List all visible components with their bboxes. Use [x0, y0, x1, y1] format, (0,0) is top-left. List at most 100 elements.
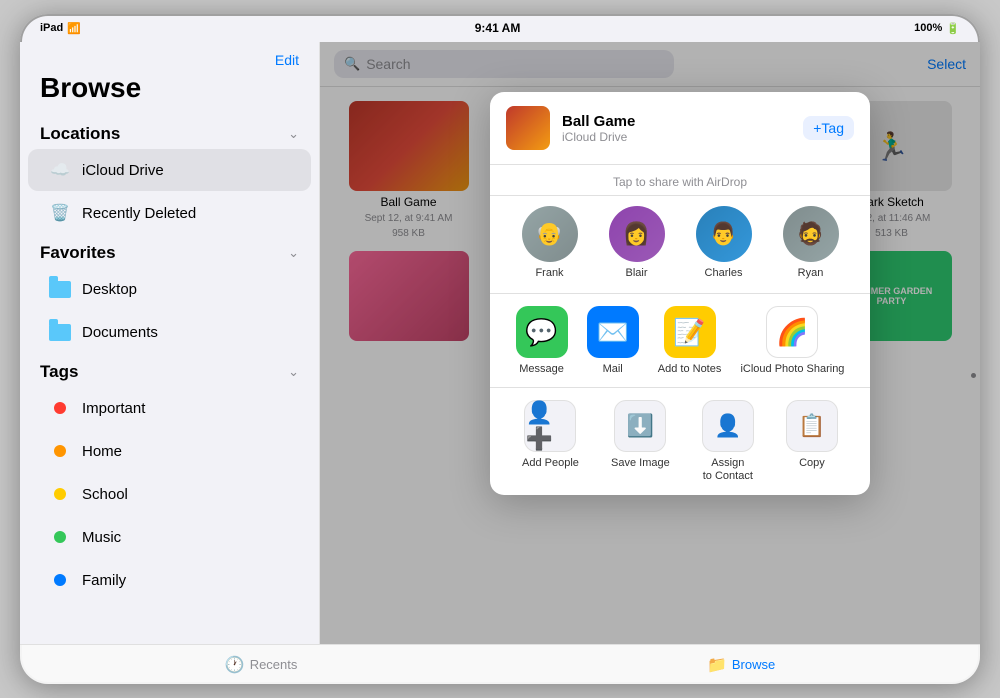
- mail-label: Mail: [603, 363, 623, 375]
- battery-percent: 100%: [914, 22, 942, 34]
- locations-section-header: Locations ⌄: [20, 116, 319, 148]
- avatar-frank: 👴: [522, 206, 578, 262]
- airdrop-label: Tap to share with AirDrop: [490, 165, 870, 196]
- assign-contact-label: Assignto Contact: [703, 457, 753, 483]
- app-item-photos[interactable]: 🌈 iCloud Photo Sharing: [740, 306, 844, 375]
- important-tag-icon: [48, 396, 72, 420]
- action-item-copy[interactable]: 📋 Copy: [786, 400, 838, 483]
- status-right: 100% 🔋: [914, 22, 960, 35]
- school-tag-icon: [48, 482, 72, 506]
- photos-label: iCloud Photo Sharing: [740, 363, 844, 375]
- share-sheet-overlay: Ball Game iCloud Drive +Tag Tap to share…: [320, 42, 980, 644]
- share-sheet: Ball Game iCloud Drive +Tag Tap to share…: [490, 92, 870, 495]
- sidebar-item-documents[interactable]: Documents: [28, 311, 311, 353]
- battery-icon: 🔋: [946, 22, 960, 35]
- notes-label: Add to Notes: [658, 363, 722, 375]
- tags-section-header: Tags ⌄: [20, 354, 319, 386]
- tab-recents[interactable]: 🕐 Recents: [209, 651, 314, 679]
- action-item-save-image[interactable]: ⬇️ Save Image: [611, 400, 670, 483]
- browse-tab-label: Browse: [732, 657, 775, 672]
- documents-label: Documents: [82, 324, 158, 341]
- recents-tab-icon: 🕐: [225, 655, 245, 675]
- add-people-label: Add People: [522, 457, 579, 470]
- clock: 9:41 AM: [475, 21, 521, 35]
- avatar-charles: 👨: [696, 206, 752, 262]
- assign-contact-icon: 👤: [702, 400, 754, 452]
- blair-name: Blair: [625, 267, 647, 279]
- avatar-blair: 👩: [609, 206, 665, 262]
- main-content: 🔍 Search Select Ball Game Sept 12, at 9:…: [320, 42, 980, 644]
- app-item-mail[interactable]: ✉️ Mail: [587, 306, 639, 375]
- action-row: 👤➕ Add People ⬇️ Save Image: [490, 388, 870, 495]
- ipad-label: iPad: [40, 22, 63, 34]
- share-file-source: iCloud Drive: [562, 130, 791, 144]
- copy-icon: 📋: [786, 400, 838, 452]
- sidebar-item-important[interactable]: Important: [28, 387, 311, 429]
- notes-icon: 📝: [664, 306, 716, 358]
- mail-icon: ✉️: [587, 306, 639, 358]
- sidebar-item-desktop[interactable]: Desktop: [28, 268, 311, 310]
- sidebar-item-icloud-drive[interactable]: ☁️ iCloud Drive: [28, 149, 311, 191]
- tab-bar: 🕐 Recents 📁 Browse: [20, 644, 980, 684]
- sidebar: Edit Browse Locations ⌄ ☁️ iCloud Drive …: [20, 42, 320, 644]
- sidebar-item-family[interactable]: Family: [28, 559, 311, 601]
- airdrop-contacts: 👴 Frank 👩 Blair 👨: [490, 196, 870, 294]
- sidebar-item-recently-deleted[interactable]: 🗑️ Recently Deleted: [28, 192, 311, 234]
- sidebar-item-school[interactable]: School: [28, 473, 311, 515]
- share-file-info: Ball Game iCloud Drive: [562, 113, 791, 144]
- messages-icon: 💬: [516, 306, 568, 358]
- locations-chevron-icon[interactable]: ⌄: [288, 126, 299, 142]
- avatar-ryan: 🧔: [783, 206, 839, 262]
- airdrop-person-charles[interactable]: 👨 Charles: [696, 206, 752, 279]
- frank-name: Frank: [535, 267, 563, 279]
- status-bar: iPad 📶 9:41 AM 100% 🔋: [20, 14, 980, 42]
- family-label: Family: [82, 572, 126, 589]
- sidebar-item-music[interactable]: Music: [28, 516, 311, 558]
- tab-browse[interactable]: 📁 Browse: [691, 651, 791, 679]
- messages-label: Message: [519, 363, 564, 375]
- ipad-frame: iPad 📶 9:41 AM 100% 🔋 Edit Browse Locati…: [20, 14, 980, 684]
- family-tag-icon: [48, 568, 72, 592]
- action-item-assign-contact[interactable]: 👤 Assignto Contact: [702, 400, 754, 483]
- airdrop-person-blair[interactable]: 👩 Blair: [609, 206, 665, 279]
- home-label: Home: [82, 443, 122, 460]
- music-tag-icon: [48, 525, 72, 549]
- browse-tab-icon: 📁: [707, 655, 727, 675]
- favorites-chevron-icon[interactable]: ⌄: [288, 245, 299, 261]
- important-label: Important: [82, 400, 145, 417]
- icloud-drive-label: iCloud Drive: [82, 162, 164, 179]
- add-people-icon: 👤➕: [524, 400, 576, 452]
- music-label: Music: [82, 529, 121, 546]
- copy-label: Copy: [799, 457, 825, 470]
- share-file-icon: [506, 106, 550, 150]
- locations-title: Locations: [40, 124, 120, 144]
- app-row: 💬 Message ✉️ Mail 📝: [490, 294, 870, 388]
- desktop-label: Desktop: [82, 281, 137, 298]
- app-container: Edit Browse Locations ⌄ ☁️ iCloud Drive …: [20, 42, 980, 644]
- trash-icon: 🗑️: [48, 201, 72, 225]
- tag-button[interactable]: +Tag: [803, 116, 854, 140]
- app-item-message[interactable]: 💬 Message: [516, 306, 568, 375]
- tags-title: Tags: [40, 362, 78, 382]
- sidebar-item-home[interactable]: Home: [28, 430, 311, 472]
- photos-icon: 🌈: [766, 306, 818, 358]
- school-label: School: [82, 486, 128, 503]
- app-item-notes[interactable]: 📝 Add to Notes: [658, 306, 722, 375]
- edit-button[interactable]: Edit: [275, 52, 299, 68]
- share-sheet-header: Ball Game iCloud Drive +Tag: [490, 92, 870, 165]
- status-left: iPad 📶: [40, 22, 81, 35]
- save-image-icon: ⬇️: [614, 400, 666, 452]
- ryan-name: Ryan: [798, 267, 824, 279]
- desktop-folder-icon: [48, 277, 72, 301]
- wifi-icon: 📶: [67, 22, 81, 35]
- tags-chevron-icon[interactable]: ⌄: [288, 364, 299, 380]
- sidebar-header: Edit: [20, 42, 319, 68]
- documents-folder-icon: [48, 320, 72, 344]
- charles-name: Charles: [705, 267, 743, 279]
- share-file-name: Ball Game: [562, 113, 791, 130]
- icloud-icon: ☁️: [48, 158, 72, 182]
- action-item-add-people[interactable]: 👤➕ Add People: [522, 400, 579, 483]
- airdrop-person-ryan[interactable]: 🧔 Ryan: [783, 206, 839, 279]
- save-image-label: Save Image: [611, 457, 670, 470]
- airdrop-person-frank[interactable]: 👴 Frank: [522, 206, 578, 279]
